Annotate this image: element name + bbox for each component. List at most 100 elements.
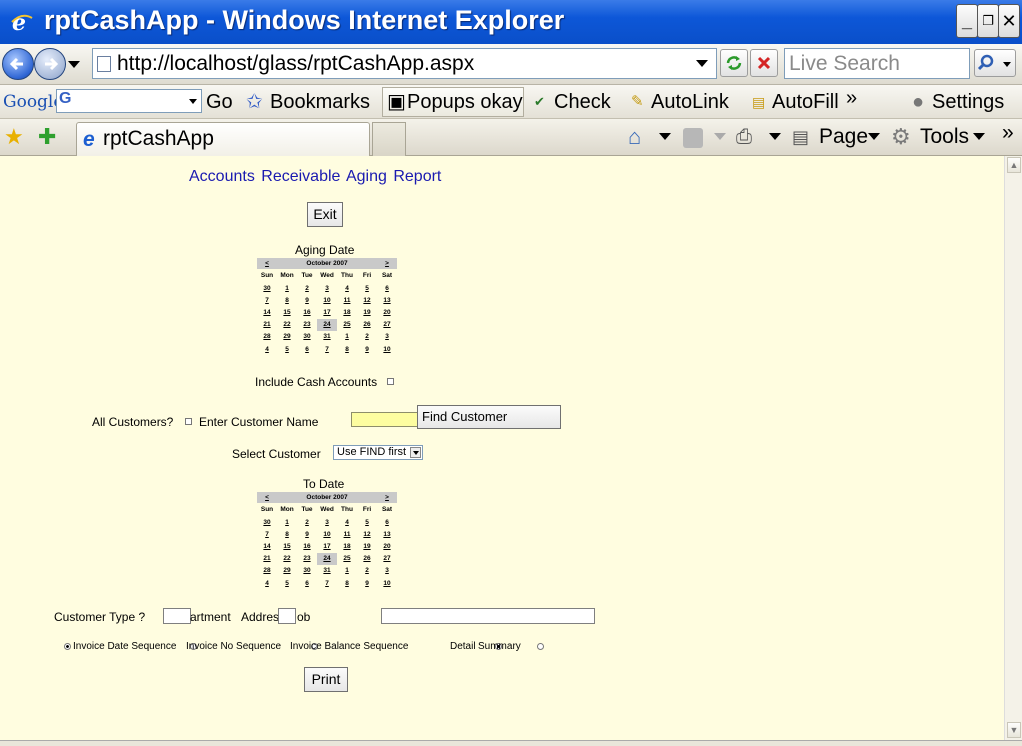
to-cal-next-month[interactable]: >: [377, 492, 397, 503]
to-cal-day[interactable]: 23: [297, 553, 317, 565]
page-menu[interactable]: Page: [819, 123, 868, 151]
to-cal-day[interactable]: 7: [257, 528, 277, 540]
check-button[interactable]: Check: [554, 89, 611, 115]
include-cash-checkbox[interactable]: [387, 378, 394, 385]
to-cal-day[interactable]: 27: [377, 553, 397, 565]
search-button[interactable]: [974, 49, 1016, 77]
history-dropdown-icon[interactable]: [68, 61, 80, 68]
autofill-button[interactable]: AutoFill: [772, 89, 839, 115]
aging-cal-day[interactable]: 30: [257, 282, 277, 294]
to-cal-day[interactable]: 18: [337, 540, 357, 552]
aging-date-calendar[interactable]: < October 2007 > Sun Mon Tue Wed Thu Fri Sat 30 1 2 3…: [257, 258, 397, 356]
exit-button[interactable]: Exit: [307, 202, 343, 227]
vertical-scrollbar[interactable]: ▲ ▼: [1004, 156, 1022, 740]
refresh-button[interactable]: [720, 49, 748, 77]
aging-cal-day[interactable]: 30: [297, 331, 317, 343]
aging-cal-day[interactable]: 11: [337, 294, 357, 306]
to-cal-day[interactable]: 2: [297, 516, 317, 528]
home-dropdown-icon[interactable]: [659, 133, 671, 140]
print-button[interactable]: Print: [304, 667, 348, 692]
select-customer-dropdown[interactable]: Use FIND first: [333, 445, 423, 460]
to-cal-day[interactable]: 25: [337, 553, 357, 565]
aging-cal-day[interactable]: 21: [257, 319, 277, 331]
to-cal-day[interactable]: 4: [257, 577, 277, 589]
stop-button[interactable]: [750, 49, 778, 77]
to-cal-day[interactable]: 5: [277, 577, 297, 589]
aging-cal-next-month[interactable]: >: [377, 258, 397, 269]
scroll-down-arrow-icon[interactable]: ▼: [1007, 722, 1021, 738]
go-button[interactable]: Go: [206, 89, 233, 115]
new-tab-button[interactable]: [372, 122, 406, 156]
to-cal-day[interactable]: 1: [277, 516, 297, 528]
favorites-star-icon[interactable]: ★: [4, 123, 24, 151]
aging-cal-prev-month[interactable]: <: [257, 258, 277, 269]
aging-cal-day[interactable]: 15: [277, 306, 297, 318]
to-cal-day[interactable]: 6: [297, 577, 317, 589]
to-cal-day[interactable]: 8: [337, 577, 357, 589]
address-dropdown-icon[interactable]: [696, 60, 708, 67]
aging-cal-day[interactable]: 17: [317, 306, 337, 318]
aging-cal-day[interactable]: 16: [297, 306, 317, 318]
to-cal-day[interactable]: 13: [377, 528, 397, 540]
aging-cal-day[interactable]: 10: [377, 343, 397, 355]
aging-cal-day[interactable]: 10: [317, 294, 337, 306]
job-input[interactable]: [381, 608, 595, 624]
aging-cal-day[interactable]: 25: [337, 319, 357, 331]
aging-cal-day[interactable]: 22: [277, 319, 297, 331]
to-date-calendar[interactable]: < October 2007 > Sun Mon Tue Wed Thu Fri Sat 30 1 2 3…: [257, 492, 397, 590]
forward-button[interactable]: [34, 48, 66, 80]
tools-dropdown-icon[interactable]: [973, 133, 985, 140]
customer-type-input[interactable]: [163, 608, 191, 624]
to-cal-day[interactable]: 4: [337, 516, 357, 528]
aging-cal-day[interactable]: 20: [377, 306, 397, 318]
aging-cal-day[interactable]: 29: [277, 331, 297, 343]
aging-cal-day[interactable]: 9: [297, 294, 317, 306]
aging-cal-day[interactable]: 1: [337, 331, 357, 343]
to-cal-day[interactable]: 3: [317, 516, 337, 528]
to-cal-day[interactable]: 8: [277, 528, 297, 540]
to-cal-day[interactable]: 16: [297, 540, 317, 552]
invoice-date-radio[interactable]: [64, 643, 71, 650]
aging-cal-day[interactable]: 14: [257, 306, 277, 318]
toolbar-more-button[interactable]: »: [846, 85, 857, 111]
to-cal-day[interactable]: 1: [337, 565, 357, 577]
to-cal-day[interactable]: 2: [357, 565, 377, 577]
tools-menu[interactable]: Tools: [920, 123, 969, 151]
popups-button[interactable]: ▣ Popups okay: [382, 87, 524, 117]
aging-cal-day[interactable]: 3: [317, 282, 337, 294]
add-favorite-icon[interactable]: ✚: [38, 123, 56, 151]
aging-cal-day[interactable]: 19: [357, 306, 377, 318]
to-cal-day[interactable]: 19: [357, 540, 377, 552]
to-cal-day[interactable]: 20: [377, 540, 397, 552]
settings-button[interactable]: Settings: [932, 89, 1004, 115]
to-cal-day[interactable]: 9: [357, 577, 377, 589]
to-cal-day[interactable]: 9: [297, 528, 317, 540]
customer-name-input[interactable]: [351, 412, 418, 427]
aging-cal-day[interactable]: 4: [257, 343, 277, 355]
aging-cal-day[interactable]: 2: [297, 282, 317, 294]
google-search-field[interactable]: G: [56, 89, 202, 113]
to-cal-day[interactable]: 30: [257, 516, 277, 528]
find-customer-button[interactable]: Find Customer: [417, 405, 561, 429]
print-icon[interactable]: ⎙: [736, 123, 752, 151]
summary-radio[interactable]: [537, 643, 544, 650]
aging-cal-day[interactable]: 5: [357, 282, 377, 294]
to-cal-day[interactable]: 28: [257, 565, 277, 577]
address-field[interactable]: http://localhost/glass/rptCashApp.aspx: [92, 48, 717, 79]
tab-more-button[interactable]: »: [1002, 119, 1014, 147]
aging-cal-day[interactable]: 2: [357, 331, 377, 343]
aging-cal-day[interactable]: 27: [377, 319, 397, 331]
aging-cal-day[interactable]: 6: [377, 282, 397, 294]
close-button[interactable]: ✕: [998, 4, 1020, 38]
bookmarks-button[interactable]: Bookmarks: [270, 89, 370, 115]
to-cal-day[interactable]: 7: [317, 577, 337, 589]
to-cal-day[interactable]: 21: [257, 553, 277, 565]
aging-cal-day[interactable]: 13: [377, 294, 397, 306]
aging-cal-day[interactable]: 8: [277, 294, 297, 306]
to-cal-day[interactable]: 10: [317, 528, 337, 540]
aging-cal-day[interactable]: 12: [357, 294, 377, 306]
to-cal-day[interactable]: 26: [357, 553, 377, 565]
autolink-button[interactable]: AutoLink: [651, 89, 729, 115]
to-cal-prev-month[interactable]: <: [257, 492, 277, 503]
aging-cal-day[interactable]: 6: [297, 343, 317, 355]
